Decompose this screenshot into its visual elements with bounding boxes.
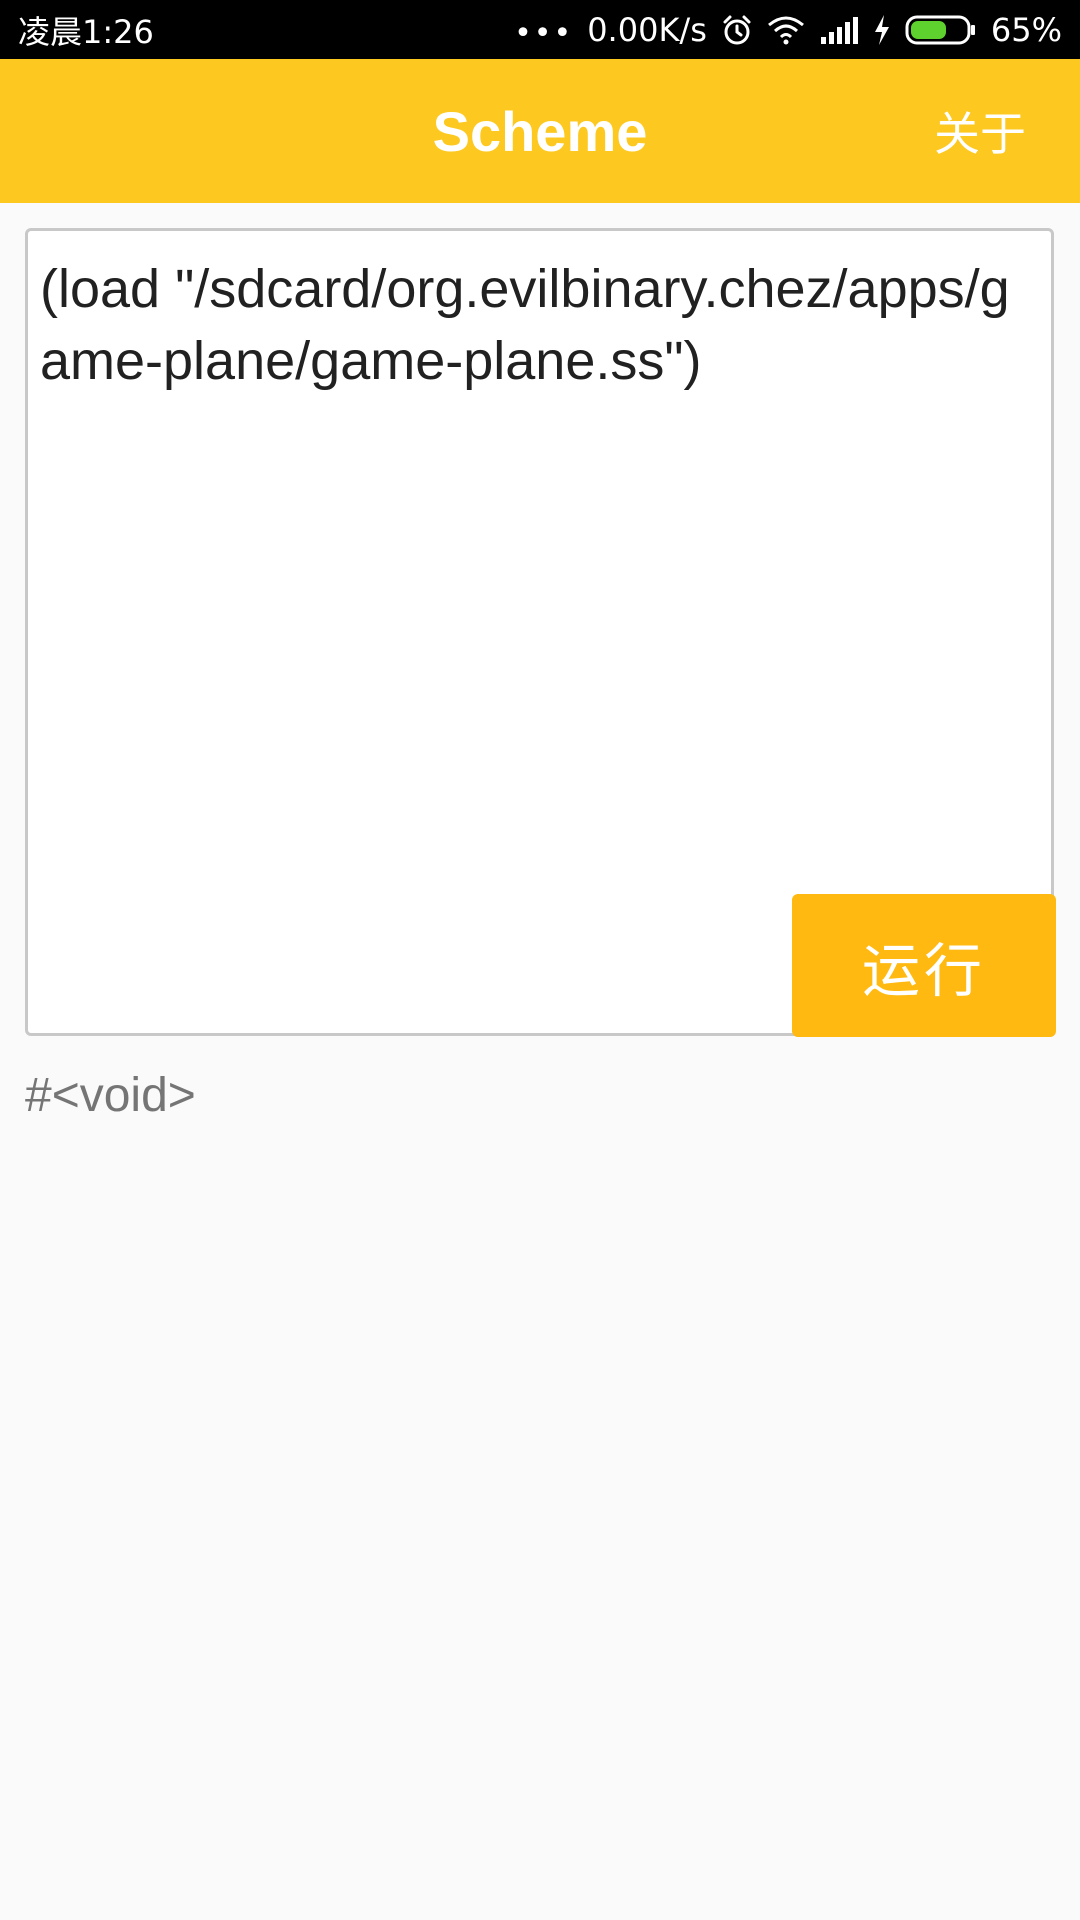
status-bar: 凌晨1:26 ••• 0.00K/s 65% bbox=[0, 0, 1080, 59]
about-button[interactable]: 关于 bbox=[934, 59, 1026, 203]
network-speed: 0.00K/s bbox=[587, 10, 707, 49]
signal-icon bbox=[819, 15, 859, 45]
battery-fill bbox=[910, 20, 946, 39]
charging-icon bbox=[873, 14, 891, 46]
code-input[interactable]: (load "/sdcard/org.evilbinary.chez/apps/… bbox=[40, 253, 1030, 397]
app-bar: Scheme 关于 bbox=[0, 59, 1080, 203]
status-icons: ••• 0.00K/s 65% bbox=[514, 10, 1062, 52]
output-result: #<void> bbox=[25, 1069, 196, 1122]
status-time: 凌晨1:26 bbox=[18, 12, 154, 51]
more-dots-icon: ••• bbox=[514, 16, 574, 51]
app-title: Scheme bbox=[432, 99, 648, 163]
wifi-icon bbox=[767, 15, 805, 45]
battery-percent: 65% bbox=[990, 10, 1062, 49]
run-button[interactable]: 运行 bbox=[792, 894, 1056, 1037]
battery-icon bbox=[905, 14, 977, 46]
alarm-icon bbox=[721, 14, 753, 46]
